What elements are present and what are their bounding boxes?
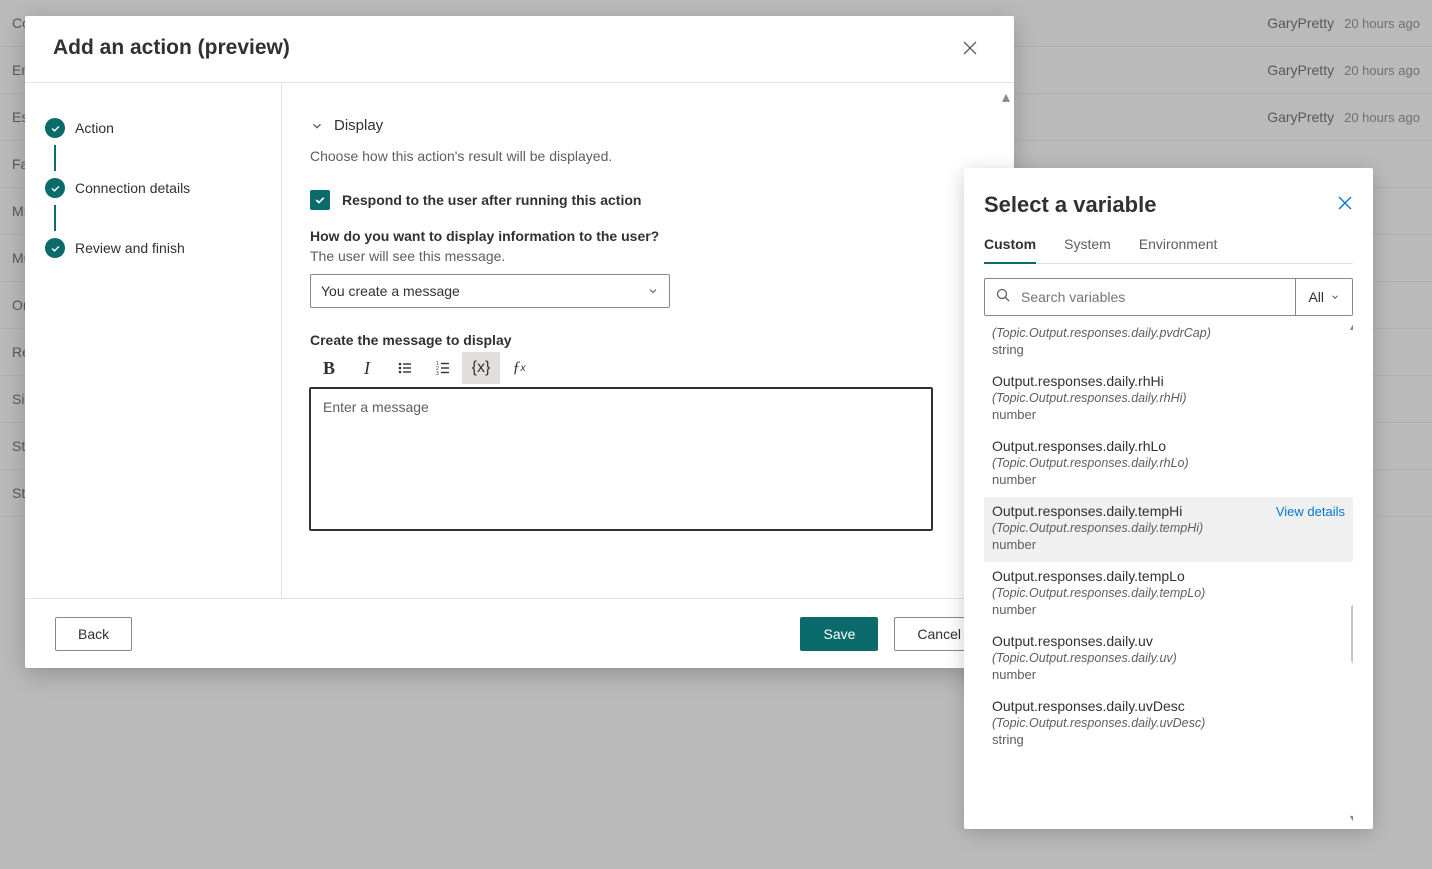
varpanel-tabs: Custom System Environment — [984, 236, 1353, 264]
formula-button[interactable]: ƒx — [500, 352, 538, 384]
filter-label: All — [1308, 289, 1324, 305]
variable-path: (Topic.Output.responses.daily.tempHi) — [992, 521, 1345, 535]
italic-button[interactable]: I — [348, 352, 386, 384]
variable-path: (Topic.Output.responses.daily.rhHi) — [992, 391, 1345, 405]
step-action[interactable]: Action — [45, 111, 261, 145]
scroll-up-icon[interactable]: ▲ — [1348, 324, 1353, 332]
view-details-link[interactable]: View details — [1276, 504, 1345, 519]
variable-type: number — [992, 407, 1345, 422]
respond-checkbox-row[interactable]: Respond to the user after running this a… — [310, 190, 986, 210]
checkbox-label: Respond to the user after running this a… — [342, 192, 641, 208]
dialog-main-panel: ▴ Display Choose how this action's resul… — [282, 83, 1014, 598]
section-description: Choose how this action's result will be … — [310, 148, 986, 164]
var-search-row: All — [984, 278, 1353, 316]
section-header-display[interactable]: Display — [310, 117, 986, 134]
scrollbar-thumb[interactable] — [1351, 604, 1353, 664]
variable-item[interactable]: Output.responses.daily.tempLo (Topic.Out… — [984, 562, 1353, 627]
step-label: Connection details — [75, 180, 190, 196]
add-action-dialog: Add an action (preview) Action Connectio… — [25, 16, 1014, 668]
close-icon — [962, 40, 978, 56]
select-variable-panel: Select a variable Custom System Environm… — [964, 168, 1373, 829]
svg-text:3: 3 — [436, 371, 439, 376]
variable-path: (Topic.Output.responses.daily.tempLo) — [992, 586, 1345, 600]
dialog-footer: Back Save Cancel — [25, 598, 1014, 668]
variable-item[interactable]: Output.responses.daily.rhHi (Topic.Outpu… — [984, 367, 1353, 432]
variable-type: number — [992, 667, 1345, 682]
variable-item[interactable]: Output.responses.daily.uv (Topic.Output.… — [984, 627, 1353, 692]
step-label: Action — [75, 120, 114, 136]
chevron-down-icon — [1330, 292, 1340, 302]
variable-name: Output.responses.daily.rhLo — [992, 438, 1345, 454]
close-varpanel-button[interactable] — [1337, 195, 1353, 216]
variable-name: Output.responses.daily.tempHi — [992, 503, 1182, 519]
numbered-list-button[interactable]: 123 — [424, 352, 462, 384]
chevron-down-icon — [647, 285, 659, 297]
search-icon — [995, 287, 1011, 308]
variable-item[interactable]: Output.responses.daily.uvDesc (Topic.Out… — [984, 692, 1353, 757]
select-value: You create a message — [321, 283, 460, 299]
variable-name: Output.responses.daily.tempLo — [992, 568, 1345, 584]
editor-toolbar: B I 123 {x} ƒx — [310, 352, 986, 384]
chevron-down-icon — [310, 119, 324, 133]
step-connection-details[interactable]: Connection details — [45, 171, 261, 205]
numbered-list-icon: 123 — [435, 360, 451, 376]
user-will-see-label: The user will see this message. — [310, 248, 986, 264]
tab-system[interactable]: System — [1064, 236, 1111, 263]
varpanel-title: Select a variable — [984, 192, 1156, 218]
editor-placeholder: Enter a message — [323, 399, 429, 415]
variable-type: number — [992, 472, 1345, 487]
scroll-down-icon[interactable]: ▼ — [1348, 813, 1353, 821]
scroll-up-icon[interactable]: ▴ — [1002, 87, 1010, 107]
dialog-title: Add an action (preview) — [53, 36, 290, 60]
how-display-label: How do you want to display information t… — [310, 228, 986, 244]
checkbox-checked-icon[interactable] — [310, 190, 330, 210]
variable-path: (Topic.Output.responses.daily.pvdrCap) — [992, 326, 1345, 340]
variable-path: (Topic.Output.responses.daily.rhLo) — [992, 456, 1345, 470]
create-message-label: Create the message to display — [310, 332, 986, 348]
check-icon — [45, 238, 65, 258]
variable-type: string — [992, 732, 1345, 747]
wizard-steps-sidebar: Action Connection details Review and fin… — [25, 83, 282, 598]
variable-item[interactable]: Output.responses.daily.rhLo (Topic.Outpu… — [984, 432, 1353, 497]
variable-type: number — [992, 537, 1345, 552]
bold-button[interactable]: B — [310, 352, 348, 384]
step-label: Review and finish — [75, 240, 185, 256]
variable-type: number — [992, 602, 1345, 617]
close-dialog-button[interactable] — [954, 32, 986, 64]
section-title: Display — [334, 117, 383, 134]
variable-type: string — [992, 342, 1345, 357]
variable-path: (Topic.Output.responses.daily.uv) — [992, 651, 1345, 665]
variable-name: Output.responses.daily.uv — [992, 633, 1345, 649]
check-icon — [45, 178, 65, 198]
step-review-finish[interactable]: Review and finish — [45, 231, 261, 265]
display-mode-select[interactable]: You create a message — [310, 274, 670, 308]
variable-name: Output.responses.daily.uvDesc — [992, 698, 1345, 714]
variable-item-selected[interactable]: Output.responses.daily.tempHi View detai… — [984, 497, 1353, 562]
save-button[interactable]: Save — [800, 617, 878, 651]
insert-variable-button[interactable]: {x} — [462, 352, 500, 384]
variable-path: (Topic.Output.responses.daily.uvDesc) — [992, 716, 1345, 730]
tab-environment[interactable]: Environment — [1139, 236, 1218, 263]
tab-custom[interactable]: Custom — [984, 236, 1036, 264]
variable-list[interactable]: ▲ ▼ (Topic.Output.responses.daily.pvdrCa… — [984, 324, 1353, 821]
bullet-list-icon — [397, 360, 413, 376]
variable-name: Output.responses.daily.rhHi — [992, 373, 1345, 389]
var-search-input[interactable] — [1021, 289, 1285, 305]
back-button[interactable]: Back — [55, 617, 132, 651]
close-icon — [1337, 195, 1353, 211]
message-editor[interactable]: Enter a message — [310, 388, 932, 530]
variable-item-partial[interactable]: (Topic.Output.responses.daily.pvdrCap) s… — [984, 326, 1353, 367]
bullet-list-button[interactable] — [386, 352, 424, 384]
check-icon — [45, 118, 65, 138]
var-filter-button[interactable]: All — [1295, 279, 1352, 315]
